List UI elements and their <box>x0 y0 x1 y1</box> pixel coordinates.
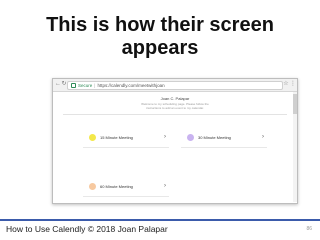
event-type-60-min[interactable]: 60 Minute Meeting › <box>83 180 169 197</box>
address-bar[interactable]: Secure | https://calendly.com/meetwithjoan <box>67 81 283 90</box>
scrollbar-thumb[interactable] <box>293 94 297 114</box>
menu-icon[interactable]: ⋮ <box>290 81 296 88</box>
scrollbar[interactable] <box>293 92 297 202</box>
intro-line-2: instructions to add an event to my calen… <box>146 106 204 110</box>
divider <box>63 114 287 115</box>
intro-text: Welcome to my scheduling page. Please fo… <box>130 102 220 110</box>
url-text: https://calendly.com/meetwithjoan <box>97 83 165 88</box>
star-icon[interactable]: ☆ <box>283 81 289 88</box>
event-color-dot <box>187 134 194 141</box>
secure-label: Secure <box>78 83 93 88</box>
event-type-15-min[interactable]: 15 Minute Meeting › <box>83 131 169 148</box>
browser-screenshot: ← ↻ Secure | https://calendly.com/meetwith… <box>52 78 298 204</box>
event-label: 60 Minute Meeting <box>100 184 133 189</box>
event-color-dot <box>89 183 96 190</box>
page-number: 86 <box>306 226 312 232</box>
browser-toolbar: ← ↻ Secure | https://calendly.com/meetwith… <box>53 79 297 92</box>
slide-title: This is how their screen appears <box>0 14 320 60</box>
event-color-dot <box>89 134 96 141</box>
event-label: 30 Minute Meeting <box>198 135 231 140</box>
slide-title-line-1: This is how their screen <box>46 14 274 36</box>
footer-rule <box>0 219 320 221</box>
lock-icon <box>71 83 76 89</box>
event-label: 15 Minute Meeting <box>100 135 133 140</box>
owner-name: Joan C. Palapar <box>160 96 190 101</box>
event-type-30-min[interactable]: 30 Minute Meeting › <box>181 131 267 148</box>
slide-footer: How to Use Calendly © 2018 Joan Palapar <box>6 224 168 234</box>
chevron-right-icon: › <box>262 134 264 140</box>
chevron-right-icon: › <box>164 134 166 140</box>
chevron-right-icon: › <box>164 183 166 189</box>
slide-title-line-2: appears <box>121 37 199 59</box>
